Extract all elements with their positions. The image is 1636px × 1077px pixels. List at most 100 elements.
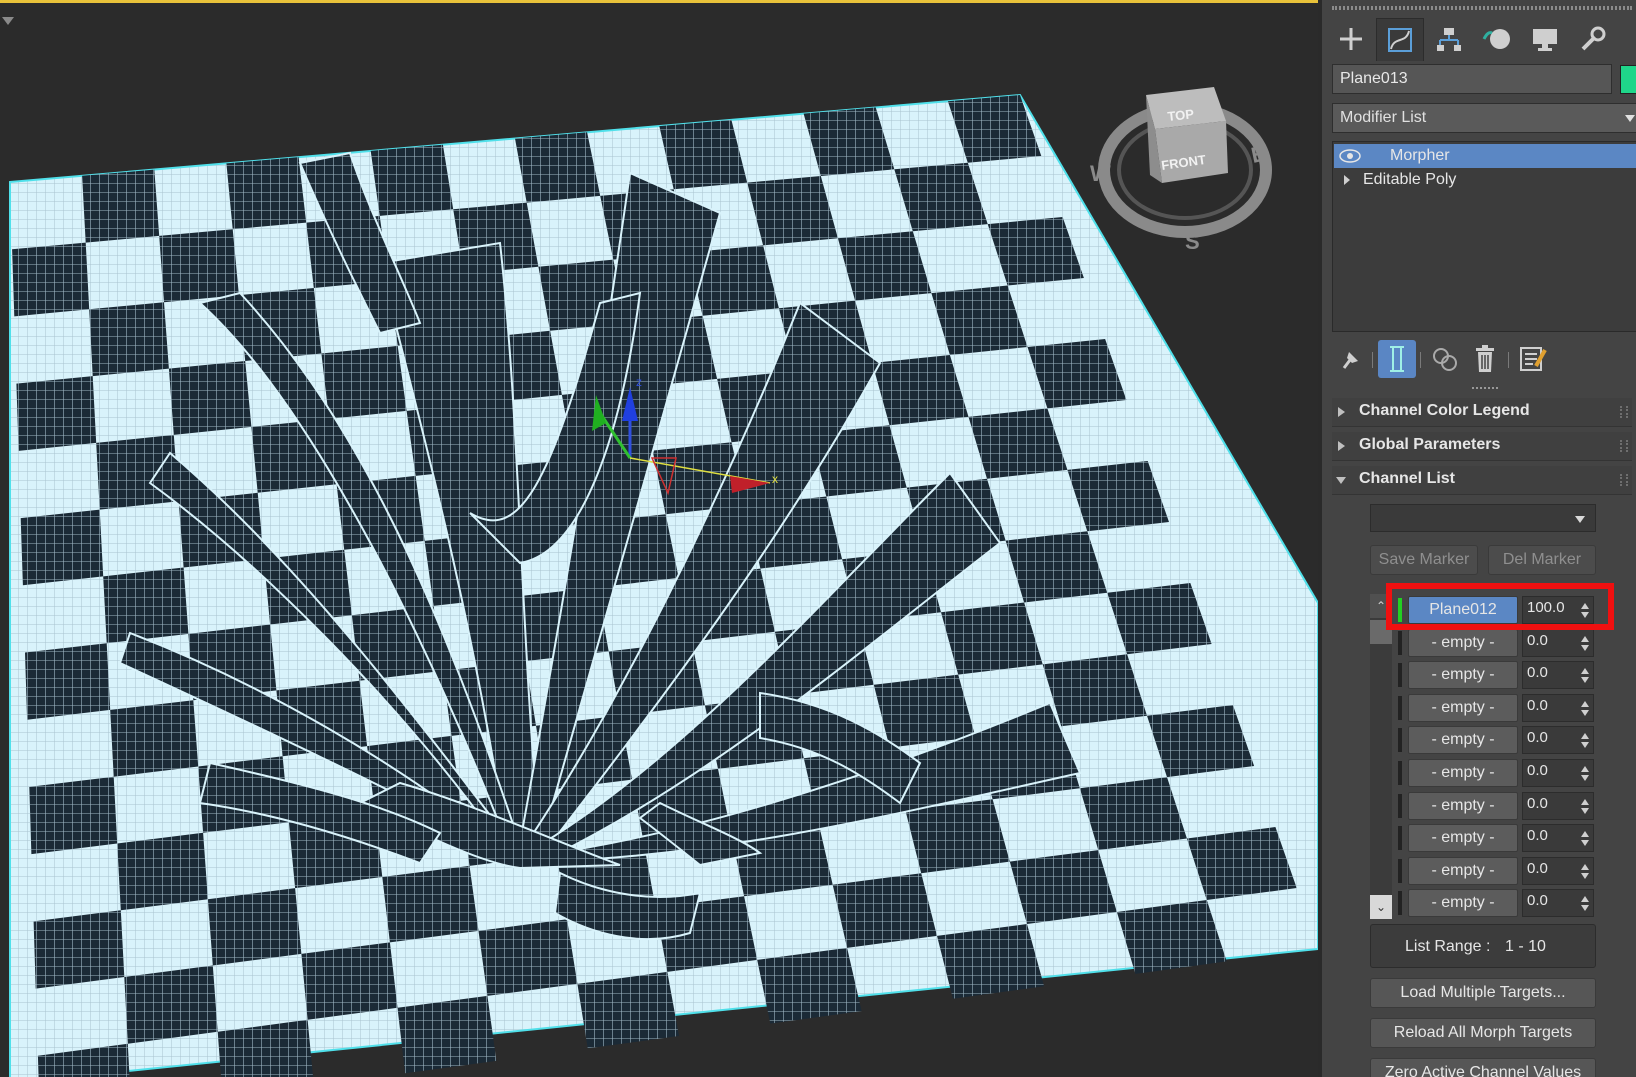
spinner-arrows-icon[interactable] bbox=[1581, 766, 1589, 782]
channel-value-spinner[interactable]: 0.0 bbox=[1522, 661, 1594, 690]
spinner-arrows-icon[interactable] bbox=[1581, 700, 1589, 717]
channel-value-spinner[interactable]: 0.0 bbox=[1522, 824, 1594, 853]
modify-curve-icon bbox=[1388, 28, 1412, 52]
object-color-swatch[interactable] bbox=[1620, 65, 1636, 94]
channel-value-spinner[interactable]: 0.0 bbox=[1522, 856, 1594, 885]
del-marker-button[interactable]: Del Marker bbox=[1488, 545, 1596, 575]
checker-square bbox=[478, 919, 578, 996]
checker-square bbox=[89, 302, 169, 377]
list-range-value: 1 - 10 bbox=[1505, 938, 1546, 955]
plus-icon bbox=[1340, 28, 1362, 50]
stack-item-editable-poly[interactable]: Editable Poly bbox=[1334, 168, 1636, 192]
load-multiple-targets-button[interactable]: Load Multiple Targets... bbox=[1370, 978, 1596, 1008]
tab-hierarchy[interactable] bbox=[1426, 18, 1472, 60]
rollout-title: Channel List bbox=[1359, 470, 1456, 487]
channel-value: 0.0 bbox=[1527, 827, 1548, 845]
channel-value: 0.0 bbox=[1527, 631, 1548, 649]
stack-toolbar bbox=[1332, 340, 1632, 380]
stack-item-morpher[interactable]: Morpher bbox=[1334, 144, 1636, 168]
channel-value-spinner[interactable]: 0.0 bbox=[1522, 791, 1594, 820]
object-name-field[interactable]: Plane013 bbox=[1332, 64, 1612, 94]
checker-square bbox=[832, 873, 937, 948]
checker-square bbox=[226, 157, 307, 230]
spinner-arrows-icon[interactable] bbox=[1581, 668, 1589, 684]
make-unique-icon[interactable] bbox=[1426, 340, 1464, 378]
rollout-grip-icon bbox=[1620, 406, 1628, 418]
channel-target-button[interactable]: - empty - bbox=[1408, 824, 1518, 853]
checker-square bbox=[370, 144, 454, 216]
tab-modify[interactable] bbox=[1376, 18, 1424, 61]
channel-value-spinner[interactable]: 0.0 bbox=[1522, 889, 1594, 918]
checker-square bbox=[1116, 900, 1227, 974]
channel-value: 0.0 bbox=[1527, 729, 1548, 747]
channel-color-indicator bbox=[1398, 858, 1402, 883]
tab-utilities[interactable] bbox=[1570, 18, 1616, 60]
spinner-arrows-icon[interactable] bbox=[1581, 733, 1589, 749]
channel-target-button[interactable]: - empty - bbox=[1408, 693, 1518, 722]
channel-target-button[interactable]: - empty - bbox=[1408, 661, 1518, 690]
zero-active-channel-values-button[interactable]: Zero Active Channel Values bbox=[1370, 1058, 1596, 1077]
scroll-down-button[interactable]: ⌄ bbox=[1370, 895, 1392, 919]
tab-motion[interactable] bbox=[1474, 18, 1520, 60]
channel-color-indicator bbox=[1398, 793, 1402, 818]
channel-row: - empty - 0.0 bbox=[1398, 791, 1598, 820]
perspective-viewport[interactable]: z x TOP FRONT W E S bbox=[0, 0, 1318, 1077]
checker-square bbox=[757, 947, 862, 1024]
rollout-title: Global Parameters bbox=[1359, 436, 1501, 453]
chevron-down-icon bbox=[1575, 516, 1585, 523]
channel-color-indicator bbox=[1398, 630, 1402, 655]
panel-drag-grip[interactable] bbox=[1332, 6, 1632, 10]
checker-square bbox=[397, 995, 497, 1074]
panel-divider-grip[interactable] bbox=[1472, 387, 1498, 393]
channel-target-button[interactable]: - empty - bbox=[1408, 791, 1518, 820]
checker-square bbox=[905, 799, 1010, 874]
channel-target-button[interactable]: - empty - bbox=[1408, 628, 1518, 657]
stack-item-label: Morpher bbox=[1390, 147, 1450, 164]
channel-value: 0.0 bbox=[1527, 794, 1548, 812]
command-panel-tabs bbox=[1328, 18, 1636, 61]
channel-target-button[interactable]: - empty - bbox=[1408, 856, 1518, 885]
modifier-list-dropdown[interactable]: Modifier List bbox=[1332, 103, 1636, 133]
spinner-arrows-icon[interactable] bbox=[1581, 635, 1589, 652]
spinner-arrows-icon[interactable] bbox=[1581, 831, 1589, 847]
rollout-global-parameters[interactable]: Global Parameters bbox=[1332, 432, 1632, 461]
spinner-arrows-icon[interactable] bbox=[1581, 863, 1589, 880]
show-end-result-icon[interactable] bbox=[1378, 340, 1416, 378]
rollout-channel-color-legend[interactable]: Channel Color Legend bbox=[1332, 398, 1632, 427]
trash-icon[interactable] bbox=[1466, 340, 1504, 378]
checker-square bbox=[577, 971, 679, 1049]
channel-value-spinner[interactable]: 0.0 bbox=[1522, 726, 1594, 755]
rollout-title: Channel Color Legend bbox=[1359, 402, 1530, 419]
channel-value-spinner[interactable]: 0.0 bbox=[1522, 693, 1594, 722]
checker-square bbox=[25, 643, 111, 720]
spinner-arrows-icon[interactable] bbox=[1581, 798, 1589, 815]
viewcube[interactable]: TOP FRONT W E S bbox=[1090, 87, 1272, 254]
compass-w-label: W bbox=[1090, 161, 1111, 186]
reload-all-morph-targets-button[interactable]: Reload All Morph Targets bbox=[1370, 1018, 1596, 1048]
configure-sets-icon[interactable] bbox=[1514, 340, 1552, 378]
channel-scrollbar[interactable]: ⌃ ⌄ bbox=[1370, 594, 1392, 919]
marker-dropdown[interactable] bbox=[1370, 504, 1596, 532]
compass-s-label: S bbox=[1185, 229, 1200, 254]
channel-target-button[interactable]: - empty - bbox=[1408, 759, 1518, 787]
spinner-arrows-icon[interactable] bbox=[1581, 896, 1589, 912]
tab-create[interactable] bbox=[1328, 18, 1374, 60]
channel-target-button[interactable]: - empty - bbox=[1408, 889, 1518, 918]
channel-color-indicator bbox=[1398, 761, 1402, 785]
display-monitor-icon bbox=[1533, 29, 1557, 51]
pin-stack-icon[interactable] bbox=[1332, 340, 1370, 378]
expand-arrow-icon bbox=[1338, 407, 1345, 417]
gizmo-z-label: z bbox=[636, 375, 642, 389]
channel-target-button[interactable]: - empty - bbox=[1408, 726, 1518, 755]
channel-row: - empty - 0.0 bbox=[1398, 759, 1598, 787]
motion-icon bbox=[1482, 29, 1510, 49]
checker-square bbox=[321, 345, 407, 419]
rollout-channel-list[interactable]: Channel List bbox=[1332, 466, 1632, 495]
save-marker-button[interactable]: Save Marker bbox=[1370, 545, 1478, 575]
expand-arrow-icon[interactable] bbox=[1344, 175, 1350, 185]
tab-display[interactable] bbox=[1522, 18, 1568, 60]
channel-value-spinner[interactable]: 0.0 bbox=[1522, 628, 1594, 657]
channel-row: - empty - 0.0 bbox=[1398, 693, 1598, 722]
eye-icon[interactable] bbox=[1339, 149, 1361, 163]
channel-value-spinner[interactable]: 0.0 bbox=[1522, 759, 1594, 787]
